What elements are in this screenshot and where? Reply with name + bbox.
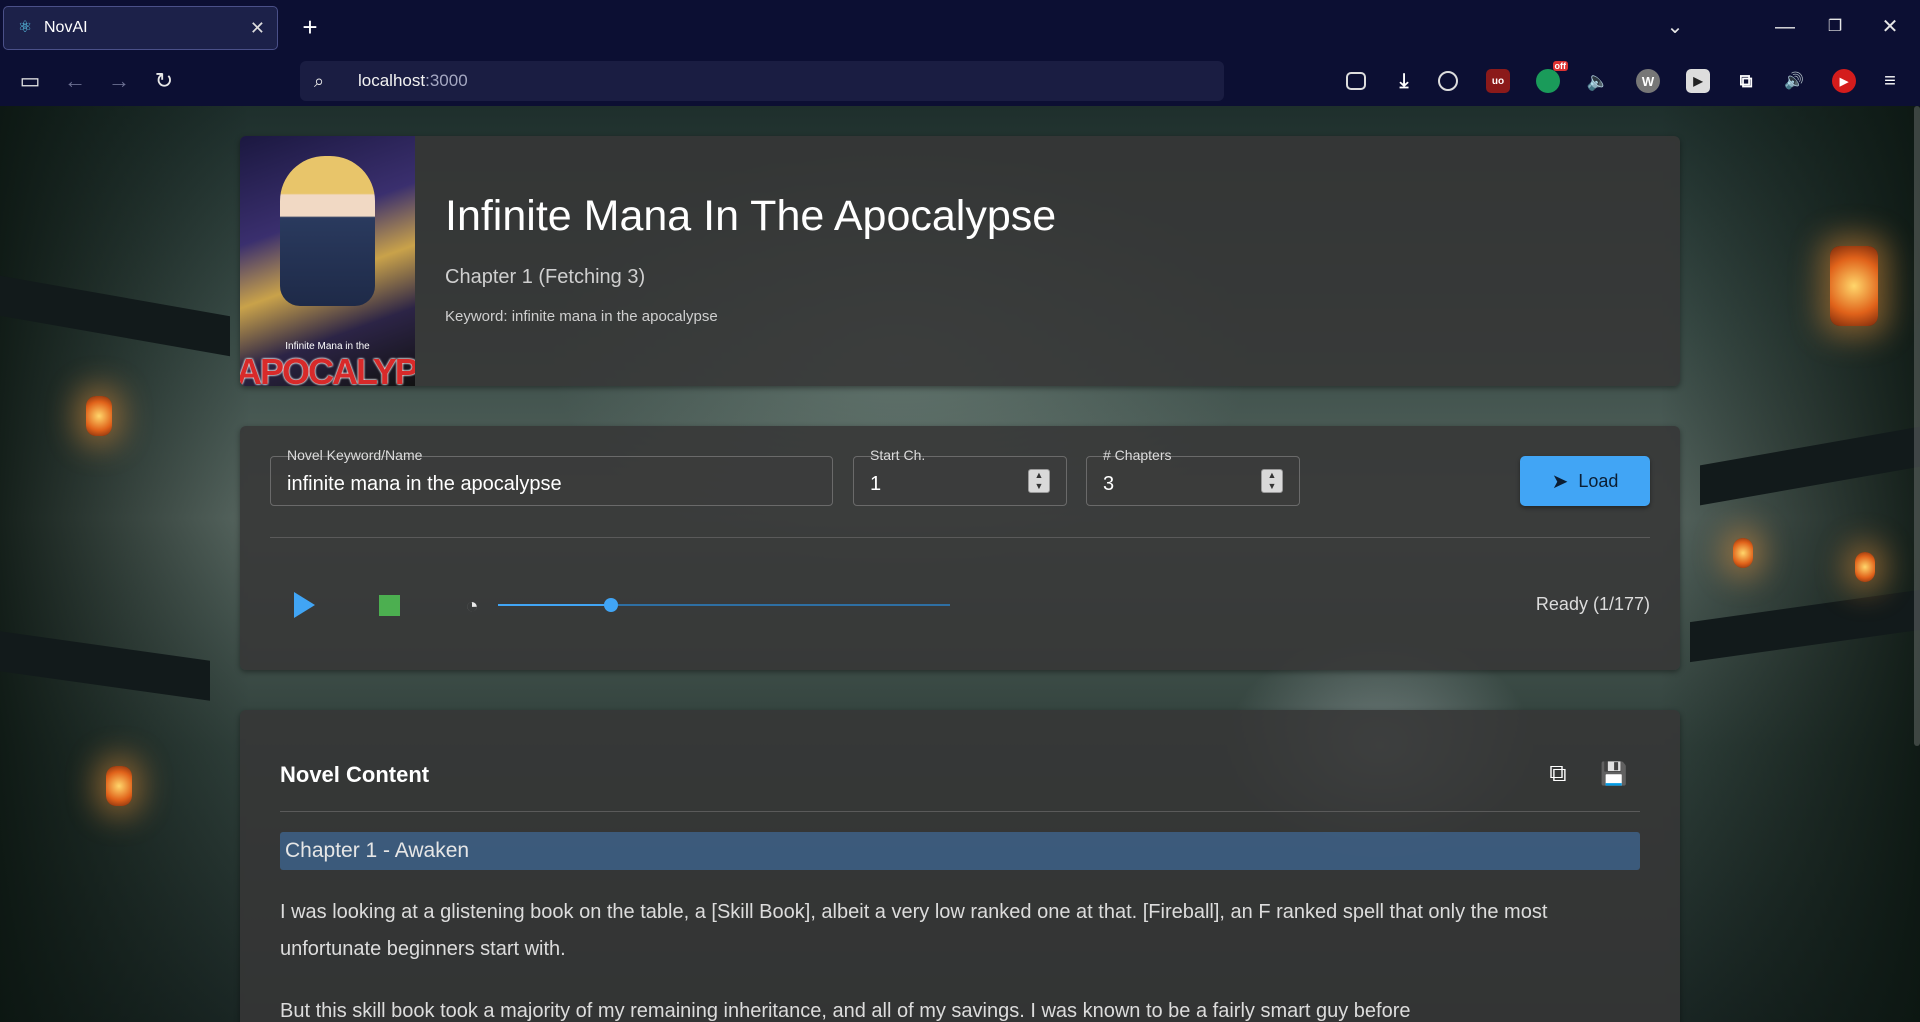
cover-character-figure <box>280 156 375 306</box>
load-button-label: Load <box>1578 470 1619 491</box>
restore-button[interactable]: ❐ <box>1805 10 1865 44</box>
volume-icon[interactable]: 🔊 <box>1782 69 1806 93</box>
send-icon: ➤ <box>1551 470 1569 493</box>
wikipedia-icon[interactable]: W <box>1636 69 1660 93</box>
copy-icon[interactable]: ⧉ <box>1542 758 1574 790</box>
novel-keyword-value: infinite mana in the apocalypse <box>287 473 562 495</box>
background-bamboo-right <box>1660 106 1920 1022</box>
react-icon: ⚛ <box>17 19 33 36</box>
play-button[interactable] <box>294 592 315 618</box>
search-icon: ⌕ <box>314 70 325 91</box>
grammarly-badge: off <box>1552 61 1568 71</box>
grammarly-icon[interactable]: off <box>1536 61 1568 93</box>
account-icon[interactable] <box>1438 71 1458 91</box>
start-chapter-label: Start Ch. <box>870 447 926 463</box>
ublock-icon[interactable]: uo <box>1486 69 1510 93</box>
novel-keyword-label: Novel Keyword/Name <box>287 447 423 463</box>
speed-slider[interactable] <box>498 598 950 612</box>
background-bamboo-left <box>0 106 250 1022</box>
url-bar[interactable]: ⌕ localhost:3000 <box>300 61 1224 101</box>
lantern <box>106 766 132 806</box>
tab-title: NovAI <box>44 19 88 36</box>
speed-gauge-icon: ◔ <box>465 593 479 618</box>
content-divider <box>280 811 1640 812</box>
chapters-count-label: # Chapters <box>1103 447 1172 463</box>
sidebar-toggle-icon[interactable]: ▭ <box>13 64 47 98</box>
forward-icon[interactable]: → <box>102 64 136 98</box>
novel-header-card: Infinite Mana in the APOCALYPSE Infinite… <box>240 136 1680 386</box>
novel-content-card: Novel Content ⧉ 💾 Chapter 1 - Awaken I w… <box>240 710 1680 1022</box>
stop-button[interactable] <box>379 595 400 616</box>
chapters-count-stepper[interactable]: ▲ ▼ <box>1261 469 1283 493</box>
chapters-count-field[interactable]: # Chapters 3 ▲ ▼ <box>1086 447 1300 506</box>
lantern <box>1733 538 1753 568</box>
speed-slider-thumb[interactable] <box>604 598 618 612</box>
sound-icon[interactable]: 🔈 <box>1586 69 1610 93</box>
novel-content-title: Novel Content <box>280 762 430 787</box>
new-tab-button[interactable]: + <box>294 12 326 44</box>
save-icon[interactable]: 💾 <box>1598 758 1630 790</box>
download-icon[interactable]: ⤓ <box>1392 69 1416 93</box>
url-port: :3000 <box>425 71 468 90</box>
chapter-info: Chapter 1 (Fetching 3) <box>445 266 646 288</box>
controls-divider <box>270 537 1650 538</box>
youtube-icon[interactable]: ▶ <box>1686 69 1710 93</box>
menu-icon[interactable]: ≡ <box>1878 69 1902 93</box>
start-chapter-field[interactable]: Start Ch. 1 ▲ ▼ <box>853 447 1067 506</box>
browser-tab-bar: ⚛ NovAI ✕ + ⌄ — ❐ ✕ <box>0 0 1920 54</box>
pocket-icon[interactable] <box>1346 72 1366 90</box>
load-button[interactable]: ➤ Load <box>1520 456 1650 506</box>
tab-list-chevron-icon[interactable]: ⌄ <box>1645 10 1705 44</box>
browser-tab[interactable]: ⚛ NovAI ✕ <box>3 6 278 50</box>
lantern <box>86 396 112 436</box>
lantern <box>1830 246 1878 326</box>
chapter-heading: Chapter 1 - Awaken <box>280 832 1640 870</box>
close-window-button[interactable]: ✕ <box>1860 10 1920 44</box>
reload-icon[interactable]: ↻ <box>147 64 181 98</box>
url-host: localhost <box>358 71 426 90</box>
keyword-info: Keyword: infinite mana in the apocalypse <box>445 308 718 325</box>
content-paragraph: But this skill book took a majority of m… <box>280 1000 1411 1022</box>
novel-keyword-field[interactable]: Novel Keyword/Name infinite mana in the … <box>270 447 833 506</box>
chapters-count-value: 3 <box>1103 473 1115 495</box>
controls-card: Novel Keyword/Name infinite mana in the … <box>240 426 1680 670</box>
speed-slider-fill <box>498 604 611 606</box>
back-icon[interactable]: ← <box>58 64 92 98</box>
novel-title: Infinite Mana In The Apocalypse <box>445 192 1057 240</box>
novel-cover-image: Infinite Mana in the APOCALYPSE <box>240 136 415 386</box>
browser-nav-bar: ▭ ← → ↻ ⌕ localhost:3000 ⤓ uo off 🔈 W ▶ … <box>0 54 1920 106</box>
playback-status: Ready (1/177) <box>1535 594 1650 614</box>
start-chapter-value: 1 <box>870 473 882 495</box>
adblock-icon[interactable]: ▶ <box>1832 69 1856 93</box>
close-tab-icon[interactable]: ✕ <box>250 18 265 39</box>
lantern <box>1855 552 1875 582</box>
extensions-icon[interactable]: ⧉ <box>1734 69 1758 93</box>
page-scrollbar[interactable] <box>1914 106 1920 746</box>
cover-title: APOCALYPSE <box>240 351 415 386</box>
start-chapter-stepper[interactable]: ▲ ▼ <box>1028 469 1050 493</box>
content-paragraph: I was looking at a glistening book on th… <box>280 901 1548 960</box>
